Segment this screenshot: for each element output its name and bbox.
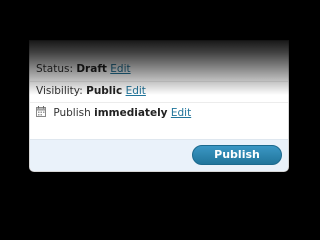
visibility-row: Visibility: Public Edit — [36, 84, 146, 98]
status-value: Draft — [76, 63, 107, 75]
schedule-row: Publish immediately Edit — [36, 106, 191, 120]
screen: Status: Draft Edit Visibility: Public Ed… — [0, 0, 320, 240]
calendar-icon — [36, 106, 46, 117]
edit-status-link[interactable]: Edit — [110, 63, 130, 75]
edit-schedule-link[interactable]: Edit — [171, 107, 191, 119]
edit-visibility-link[interactable]: Edit — [126, 85, 146, 97]
publish-box: Status: Draft Edit Visibility: Public Ed… — [29, 40, 289, 172]
status-row: Status: Draft Edit — [36, 62, 131, 76]
schedule-value: immediately — [94, 107, 168, 119]
visibility-label: Visibility: — [36, 85, 83, 97]
visibility-value: Public — [86, 85, 123, 97]
divider — [30, 102, 288, 103]
divider — [30, 81, 288, 82]
schedule-label: Publish — [53, 107, 91, 119]
status-label: Status: — [36, 63, 73, 75]
major-publishing-actions: Publish — [30, 139, 288, 171]
publish-button[interactable]: Publish — [192, 145, 282, 165]
